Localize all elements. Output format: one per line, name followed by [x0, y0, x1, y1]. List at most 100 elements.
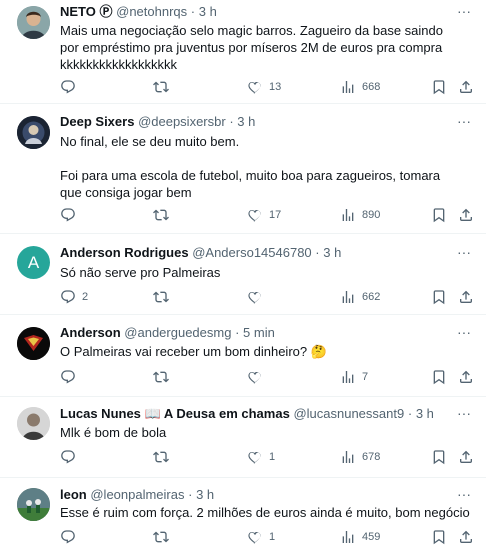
timestamp[interactable]: 3 h	[237, 114, 255, 129]
views-button[interactable]: 662	[340, 288, 380, 306]
display-name[interactable]: NETO Ⓟ	[60, 4, 113, 19]
retweet-icon	[153, 291, 169, 303]
reply-button[interactable]	[60, 448, 82, 466]
views-button[interactable]: 459	[340, 528, 380, 546]
views-button[interactable]: 678	[340, 448, 380, 466]
tweet[interactable]: leon @leonpalmeiras · 3 h ··· Esse é rui…	[0, 478, 486, 552]
tweet-header: Anderson @anderguedesmg · 5 min	[60, 325, 275, 341]
retweet-button[interactable]	[153, 288, 175, 306]
tweet-actions: 7	[60, 368, 472, 386]
like-button[interactable]: 1	[247, 448, 275, 466]
share-button[interactable]	[458, 448, 474, 466]
bookmark-button[interactable]	[431, 288, 447, 306]
share-button[interactable]	[458, 528, 474, 546]
display-name[interactable]: Lucas Nunes 📖 A Deusa em chamas	[60, 406, 290, 421]
retweet-button[interactable]	[153, 206, 175, 224]
share-icon	[460, 290, 472, 303]
display-name[interactable]: Deep Sixers	[60, 114, 134, 129]
share-button[interactable]	[458, 78, 474, 96]
retweet-button[interactable]	[153, 448, 175, 466]
views-button[interactable]: 668	[340, 78, 380, 96]
like-icon	[248, 82, 261, 94]
user-handle[interactable]: @deepsixersbr	[138, 114, 226, 129]
bookmark-icon	[433, 530, 445, 545]
user-handle[interactable]: @lucasnunessant9	[293, 406, 404, 421]
avatar[interactable]	[17, 488, 50, 521]
avatar[interactable]	[17, 6, 50, 39]
more-icon[interactable]: ···	[454, 114, 474, 132]
like-button[interactable]: 1	[247, 528, 275, 546]
tweet[interactable]: Deep Sixers @deepsixersbr · 3 h ··· No f…	[0, 104, 486, 233]
views-icon	[342, 81, 354, 93]
user-handle[interactable]: @Anderso14546780	[192, 245, 311, 260]
tweet-text: No final, ele se deu muito bem. Foi para…	[60, 134, 441, 200]
tweet[interactable]: Lucas Nunes 📖 A Deusa em chamas @lucasnu…	[0, 397, 486, 477]
tweet-text: Mlk é bom de bola	[60, 425, 167, 440]
retweet-icon	[153, 531, 169, 543]
retweet-button[interactable]	[153, 78, 175, 96]
display-name[interactable]: leon	[60, 487, 87, 502]
like-button[interactable]	[247, 368, 269, 386]
avatar[interactable]	[17, 327, 50, 360]
more-icon[interactable]: ···	[454, 406, 474, 424]
reply-button[interactable]: 2	[60, 288, 88, 306]
tweet-text: O Palmeiras vai receber um bom dinheiro?…	[60, 344, 327, 359]
bookmark-button[interactable]	[431, 206, 447, 224]
retweet-button[interactable]	[153, 368, 175, 386]
reply-icon	[61, 80, 75, 94]
separator-dot: ·	[407, 406, 413, 421]
reply-icon	[61, 450, 75, 464]
tweet-header: Deep Sixers @deepsixersbr · 3 h	[60, 114, 255, 130]
views-button[interactable]: 890	[340, 206, 380, 224]
retweet-icon	[153, 81, 169, 93]
user-handle[interactable]: @netohnrqs	[116, 4, 187, 19]
tweet[interactable]: NETO Ⓟ @netohnrqs · 3 h ··· Mais uma neg…	[0, 0, 486, 103]
avatar[interactable]: A	[17, 246, 50, 279]
retweet-button[interactable]	[153, 528, 175, 546]
display-name[interactable]: Anderson Rodrigues	[60, 245, 189, 260]
bookmark-icon	[433, 208, 445, 223]
reply-button[interactable]	[60, 528, 82, 546]
bookmark-button[interactable]	[431, 78, 447, 96]
bookmark-icon	[433, 370, 445, 385]
timestamp[interactable]: 3 h	[196, 487, 214, 502]
reply-button[interactable]	[60, 368, 82, 386]
more-icon[interactable]: ···	[454, 325, 474, 343]
like-icon	[248, 210, 261, 222]
more-icon[interactable]: ···	[454, 245, 474, 263]
more-icon[interactable]: ···	[454, 487, 474, 505]
reply-icon	[61, 208, 75, 222]
bookmark-icon	[433, 450, 445, 465]
more-icon[interactable]: ···	[454, 4, 474, 22]
share-button[interactable]	[458, 368, 474, 386]
display-name[interactable]: Anderson	[60, 325, 121, 340]
tweet-actions: 1 678	[60, 448, 472, 466]
tweet[interactable]: Anderson @anderguedesmg · 5 min ··· O Pa…	[0, 315, 486, 396]
share-button[interactable]	[458, 206, 474, 224]
avatar[interactable]	[17, 407, 50, 440]
reply-button[interactable]	[60, 206, 82, 224]
like-button[interactable]	[247, 288, 269, 306]
user-handle[interactable]: @leonpalmeiras	[90, 487, 184, 502]
user-handle[interactable]: @anderguedesmg	[124, 325, 231, 340]
bookmark-button[interactable]	[431, 368, 447, 386]
share-button[interactable]	[458, 288, 474, 306]
bookmark-button[interactable]	[431, 448, 447, 466]
tweet-header: leon @leonpalmeiras · 3 h	[60, 487, 214, 503]
views-icon	[342, 371, 354, 383]
like-button[interactable]: 13	[247, 78, 281, 96]
timestamp[interactable]: 3 h	[199, 4, 217, 19]
like-button[interactable]: 17	[247, 206, 281, 224]
tweet-text: Mais uma negociação selo magic barros. Z…	[60, 23, 447, 72]
tweet-text: Só não serve pro Palmeiras	[60, 265, 221, 280]
bookmark-button[interactable]	[431, 528, 447, 546]
reply-button[interactable]	[60, 78, 82, 96]
timestamp[interactable]: 3 h	[323, 245, 341, 260]
separator-dot: ·	[235, 325, 240, 340]
tweet[interactable]: A Anderson Rodrigues @Anderso14546780 · …	[0, 234, 486, 314]
timestamp[interactable]: 3 h	[416, 406, 434, 421]
like-icon	[248, 452, 261, 464]
timestamp[interactable]: 5 min	[243, 325, 275, 340]
avatar[interactable]	[17, 116, 50, 149]
views-button[interactable]: 7	[340, 368, 368, 386]
